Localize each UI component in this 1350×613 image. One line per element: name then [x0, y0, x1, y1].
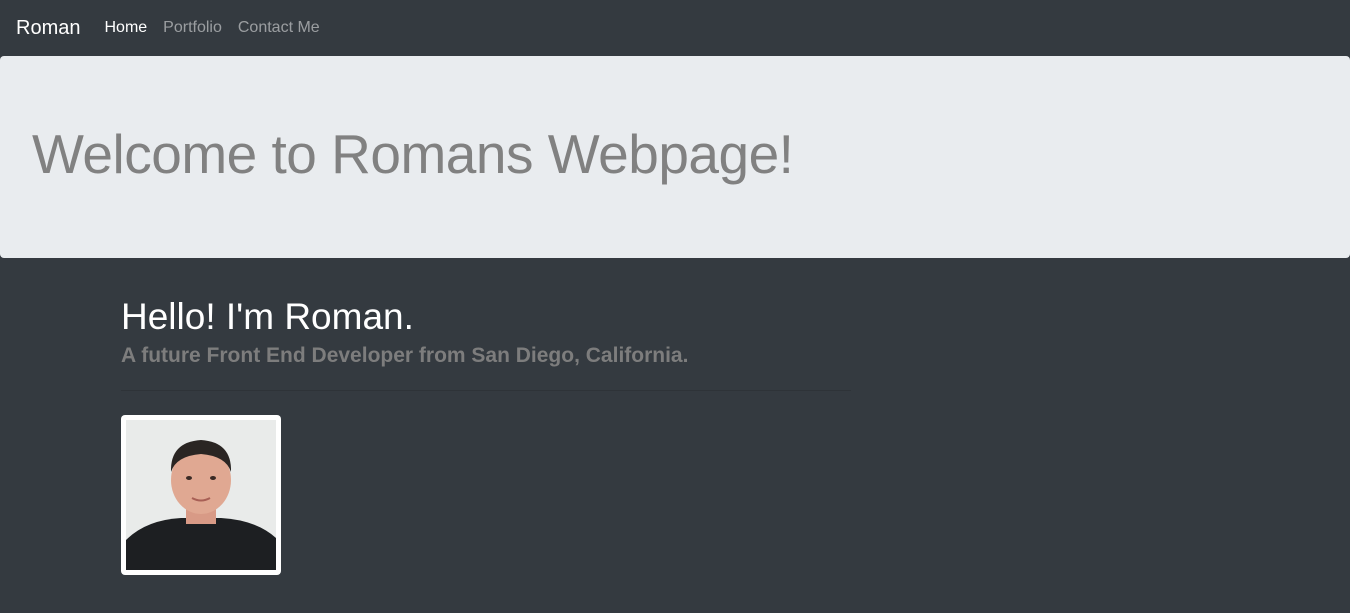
profile-photo	[121, 415, 281, 575]
nav-link-portfolio[interactable]: Portfolio	[155, 19, 230, 37]
about-section: Hello! I'm Roman. A future Front End Dev…	[121, 258, 851, 575]
profile-photo-image	[126, 420, 276, 570]
nav-link-contact[interactable]: Contact Me	[230, 19, 328, 37]
jumbotron: Welcome to Romans Webpage!	[0, 56, 1350, 258]
about-heading: Hello! I'm Roman.	[121, 296, 414, 337]
navbar-brand[interactable]: Roman	[16, 17, 80, 40]
divider	[121, 390, 851, 391]
jumbotron-title: Welcome to Romans Webpage!	[32, 123, 794, 185]
nav-link-home[interactable]: Home	[96, 19, 155, 37]
nav-links: Home Portfolio Contact Me	[96, 19, 327, 37]
person-portrait-icon	[126, 420, 276, 570]
navbar: Roman Home Portfolio Contact Me	[0, 0, 1350, 56]
about-subtitle: A future Front End Developer from San Di…	[121, 344, 689, 367]
